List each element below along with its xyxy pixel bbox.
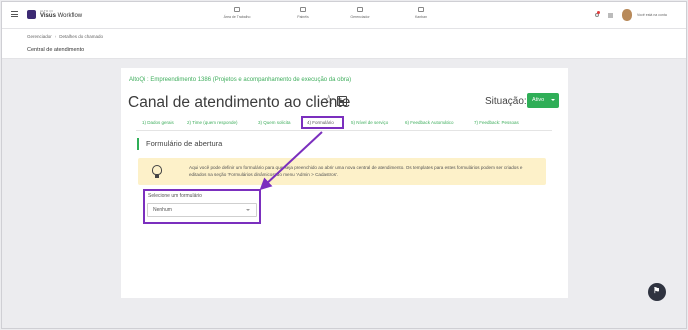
main-card: AltoQi : Empreendimento 1386 (Projetos e… <box>121 68 568 298</box>
nav-gerenciador[interactable]: Gerenciador <box>335 7 385 19</box>
nav-kanban[interactable]: Kanban <box>396 7 446 19</box>
section-title: Formulário de abertura <box>137 138 222 150</box>
briefcase-icon <box>234 7 240 12</box>
project-link[interactable]: AltoQi : Empreendimento 1386 (Projetos e… <box>129 77 351 83</box>
org-chart-icon <box>357 7 363 12</box>
nav-label: Painéis <box>297 15 309 19</box>
select-label: Selecione um formulário <box>148 193 202 199</box>
info-text: Aqui você pode definir um formulário par… <box>189 165 523 177</box>
lightbulb-icon <box>152 165 162 178</box>
star-icon[interactable]: ☆ <box>323 93 335 106</box>
chat-icon <box>418 7 424 12</box>
tab-feedback-pessoas[interactable]: 7) Feedback: Pessoas <box>474 120 519 125</box>
nav-label: Kanban <box>414 15 428 19</box>
breadcrumb-item-gerenciador[interactable]: Gerenciador <box>27 34 52 39</box>
app-window: ALTO QI Visus Workflow Área de Trabalho … <box>1 1 687 329</box>
notification-badge <box>597 11 600 14</box>
page-title: Central de atendimento <box>27 47 85 53</box>
help-fab-button[interactable]: ⚑ <box>648 283 666 301</box>
status-value: Ativo <box>532 97 545 103</box>
breadcrumb: Gerenciador › Detalhes do chamado <box>27 34 103 39</box>
tab-feedback-automatico[interactable]: 6) Feedback Automático <box>405 120 454 125</box>
nav-label: Gerenciador <box>350 15 370 19</box>
logo-text-rest: Workflow <box>55 13 83 19</box>
channel-title: Canal de atendimento ao cliente <box>128 94 351 111</box>
help-icon: ⚑ <box>653 286 661 295</box>
tab-dados-gerais[interactable]: 1) Dados gerais <box>142 120 174 125</box>
chevron-down-icon <box>246 209 250 211</box>
apps-grid-icon[interactable] <box>608 13 613 18</box>
form-select[interactable]: Nenhum <box>147 203 257 217</box>
tab-nivel-servico[interactable]: 5) Nível de serviço <box>351 120 388 125</box>
breadcrumb-item-detalhes: Detalhes do chamado <box>59 34 104 39</box>
tab-highlight-box <box>301 116 344 129</box>
chevron-down-icon <box>551 99 555 101</box>
nav-paineis[interactable]: Painéis <box>278 7 328 19</box>
breadcrumb-band: Gerenciador › Detalhes do chamado Central … <box>2 29 686 59</box>
breadcrumb-separator: › <box>54 34 57 39</box>
avatar[interactable] <box>622 9 632 21</box>
calendar-icon[interactable] <box>337 96 347 106</box>
hamburger-menu-icon[interactable] <box>11 11 18 17</box>
logo-icon <box>27 10 36 19</box>
nav-area-de-trabalho[interactable]: Área de Trabalho <box>212 7 262 19</box>
tab-time[interactable]: 2) Time (quem responde) <box>187 120 238 125</box>
select-value: Nenhum <box>153 207 172 213</box>
tab-quem-solicita[interactable]: 3) Quem solicita <box>258 120 291 125</box>
logo-text: Visus Workflow <box>40 13 82 19</box>
logo-text-bold: Visus <box>40 13 56 19</box>
nav-label: Área de Trabalho <box>223 15 251 19</box>
top-bar: ALTO QI Visus Workflow Área de Trabalho … <box>2 2 686 29</box>
dashboard-icon <box>300 7 306 12</box>
user-name[interactable]: Você está na conta <box>637 13 667 17</box>
info-box: Aqui você pode definir um formulário par… <box>138 158 546 185</box>
situacao-label: Situação: <box>485 96 527 107</box>
tabs-bar: 1) Dados gerais 2) Time (quem responde) … <box>136 117 552 131</box>
status-dropdown-button[interactable]: Ativo <box>527 93 559 108</box>
